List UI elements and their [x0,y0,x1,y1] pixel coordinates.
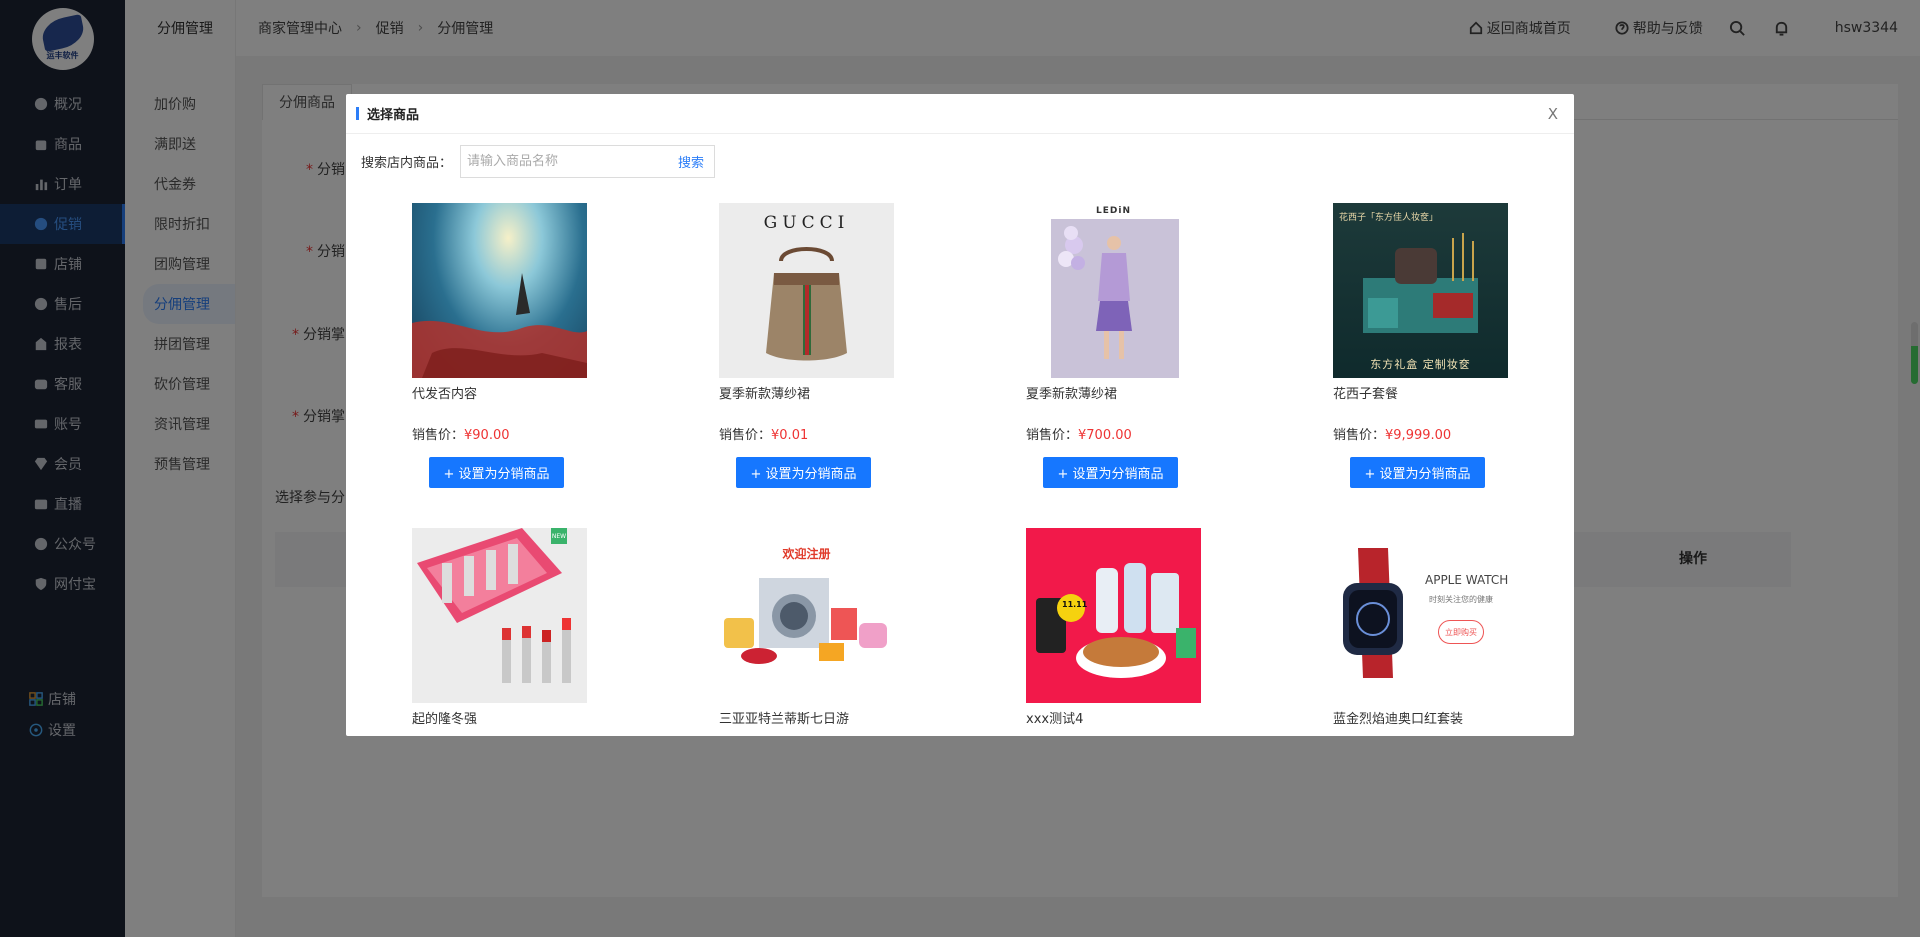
goods-name: 三亚亚特兰蒂斯七日游 [719,712,850,727]
goods-price: 销售价：¥700.00 [1026,428,1132,443]
goods-name: 蓝金烈焰迪奥口红套装 [1333,712,1464,727]
apple-watch-sub: 时刻关注您的健康 [1429,595,1493,604]
goods-name: 夏季新款薄纱裙 [1026,387,1118,402]
goods-price: 销售价：¥90.00 [412,428,510,443]
goods-name: 起的隆冬强 [412,712,478,727]
goods-search-row: 搜索店内商品： 搜索 [346,145,1574,178]
modal-title: 选择商品 [367,108,420,123]
search-button[interactable]: 搜索 [668,152,714,171]
goods-image[interactable]: GUCCI [719,203,894,378]
goods-card: APPLE WATCH 时刻关注您的健康 立即购买 蓝金烈焰迪奥口红套装 [1333,528,1533,727]
goods-image[interactable]: 花西子「东方佳人妆奁」 东方礼盒 定制妆奁 [1333,203,1508,378]
goods-card: 花西子「东方佳人妆奁」 东方礼盒 定制妆奁 花西子套餐 销售价：¥9,999.0… [1333,203,1533,488]
goods-image[interactable] [412,203,587,378]
goods-image[interactable]: 欢迎注册 [719,528,894,703]
goods-card: 欢迎注册 三亚亚特兰蒂斯七日游 [719,528,919,727]
goods-image[interactable]: 11.11 [1026,528,1201,703]
select-goods-modal: 选择商品 X 搜索店内商品： 搜索 代发否内容 销售价：¥90.00 + 设置为… [346,94,1574,736]
promo-1111-text: 11.11 [1062,600,1088,609]
search-input[interactable] [461,146,668,177]
goods-name: 花西子套餐 [1333,387,1399,402]
search-label: 搜索店内商品： [361,156,453,171]
goods-image[interactable]: LEDiN [1026,203,1201,378]
goods-name: 夏季新款薄纱裙 [719,387,811,402]
set-distribution-button[interactable]: + 设置为分销商品 [1043,457,1178,488]
modal-header: 选择商品 X [346,94,1574,134]
close-icon[interactable]: X [1548,105,1558,123]
goods-card: 11.11 xxx测试4 [1026,528,1226,727]
goods-card: NEW 起的隆冬强 [412,528,612,727]
goods-card: LEDiN 夏季新款薄纱裙 销售价：¥700.00 + 设置为分销商品 [1026,203,1226,488]
goods-image[interactable]: APPLE WATCH 时刻关注您的健康 立即购买 [1333,528,1508,703]
goods-price: 销售价：¥0.01 [719,428,809,443]
goods-name: xxx测试4 [1026,712,1084,727]
apple-watch-title: APPLE WATCH [1425,573,1508,587]
goods-image[interactable]: NEW [412,528,587,703]
goods-name: 代发否内容 [412,387,478,402]
set-distribution-button[interactable]: + 设置为分销商品 [736,457,871,488]
set-distribution-button[interactable]: + 设置为分销商品 [429,457,564,488]
huaxizi-bottom-text: 东方礼盒 定制妆奁 [1370,358,1471,371]
goods-card: 代发否内容 销售价：¥90.00 + 设置为分销商品 [412,203,612,488]
goods-card: GUCCI 夏季新款薄纱裙 销售价：¥0.01 + 设置为分销商品 [719,203,919,488]
set-distribution-button[interactable]: + 设置为分销商品 [1350,457,1485,488]
buy-now-badge: 立即购买 [1438,620,1484,644]
goods-price: 销售价：¥9,999.00 [1333,428,1452,443]
search-box: 搜索 [460,145,716,178]
title-accent-bar [356,107,359,120]
